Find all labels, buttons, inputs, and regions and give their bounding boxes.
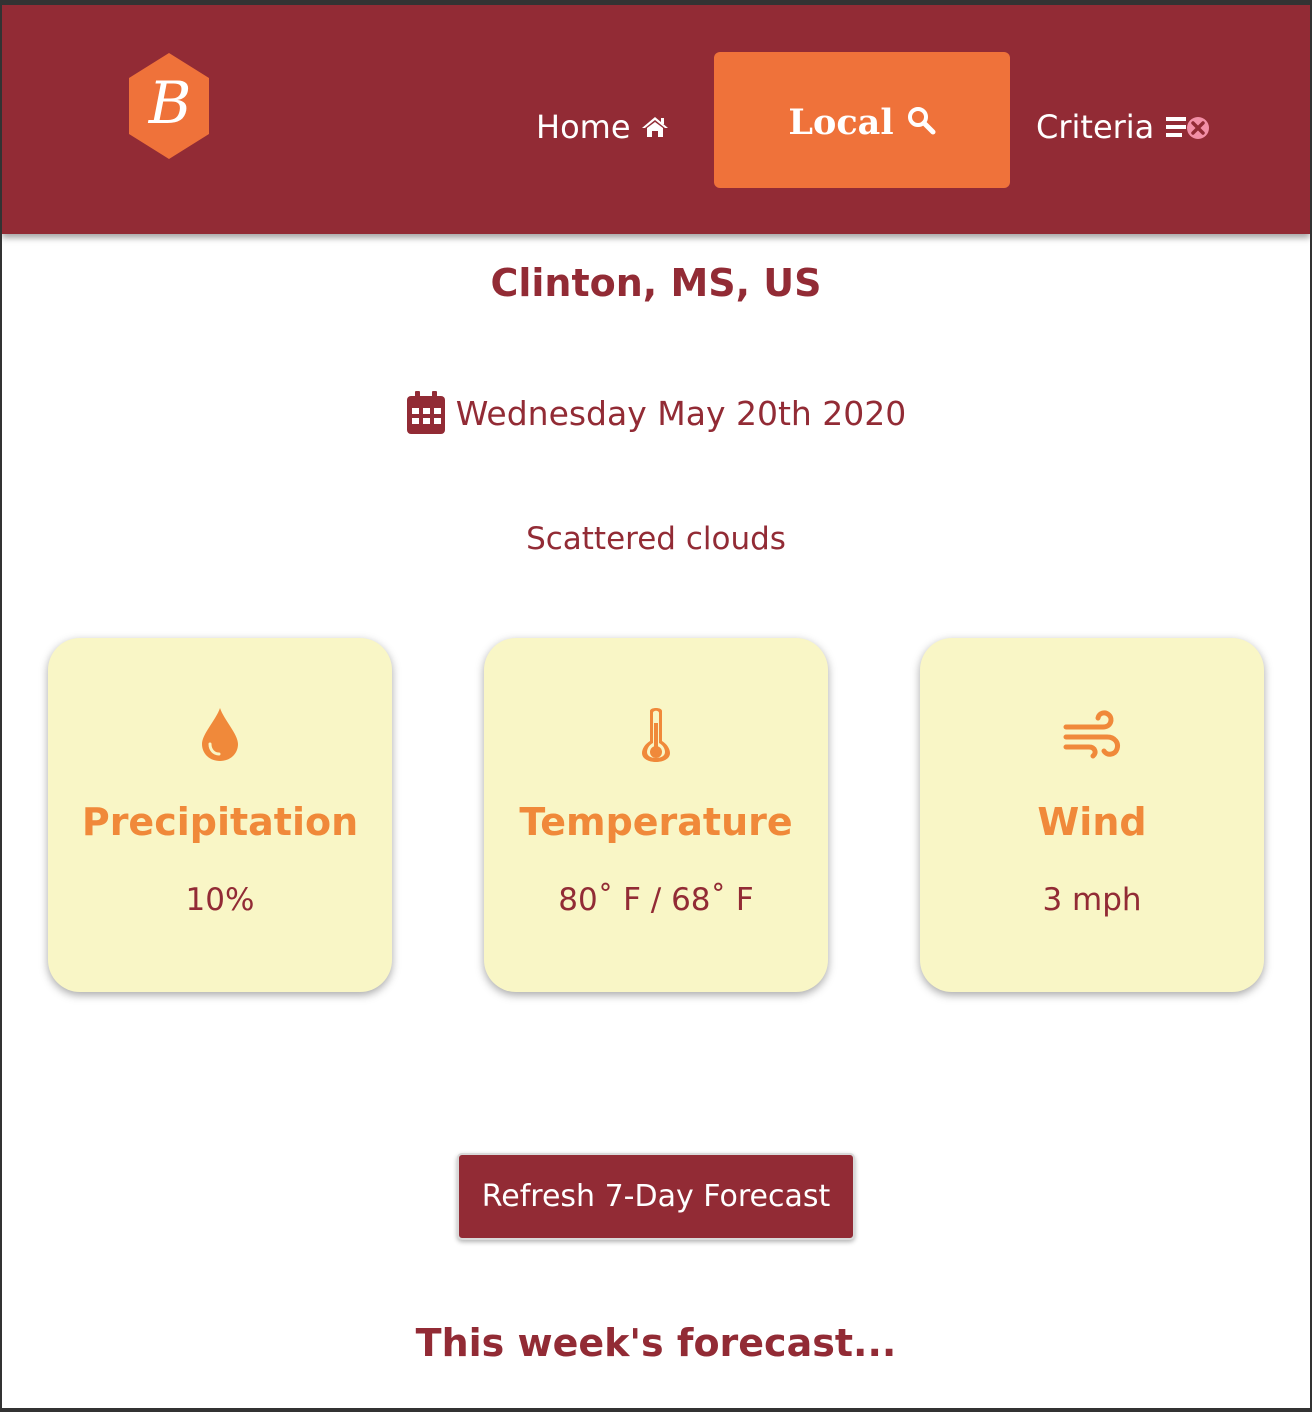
- nav-criteria-link[interactable]: Criteria: [1036, 105, 1212, 149]
- nav-local-link[interactable]: Local: [714, 52, 1010, 188]
- wind-icon: [1063, 710, 1120, 759]
- app-window: B Home Local Criteria Clinton, MS, US We…: [2, 5, 1310, 1408]
- temperature-card: Temperature 80˚ F / 68˚ F: [484, 638, 828, 992]
- nav-criteria-label: Criteria: [1036, 108, 1155, 146]
- hexagon-logo-icon: B: [129, 53, 209, 159]
- temperature-value: 80˚ F / 68˚ F: [558, 882, 754, 918]
- wind-title: Wind: [1037, 800, 1147, 844]
- location-title: Clinton, MS, US: [490, 261, 822, 305]
- nav-home-link[interactable]: Home: [536, 105, 669, 149]
- date-label: Wednesday May 20th 2020: [455, 393, 907, 433]
- svg-text:B: B: [148, 69, 192, 137]
- refresh-forecast-button[interactable]: Refresh 7-Day Forecast: [457, 1153, 855, 1240]
- calendar-icon: [406, 391, 445, 434]
- wind-card: Wind 3 mph: [920, 638, 1264, 992]
- weather-description: Scattered clouds: [526, 521, 786, 557]
- wind-value: 3 mph: [1042, 882, 1142, 918]
- nav-home-label: Home: [536, 108, 631, 146]
- thermometer-icon: [642, 708, 670, 762]
- droplet-icon: [202, 708, 238, 761]
- search-icon: [907, 107, 936, 135]
- temperature-title: Temperature: [519, 800, 793, 844]
- weekly-forecast-heading: This week's forecast...: [415, 1321, 897, 1365]
- nav-local-label: Local: [788, 101, 894, 143]
- brand-logo[interactable]: B: [127, 51, 211, 161]
- date-row: Wednesday May 20th 2020: [2, 391, 1310, 435]
- list-remove-icon: [1166, 117, 1210, 139]
- home-icon: [641, 117, 668, 137]
- precipitation-card: Precipitation 10%: [48, 638, 392, 992]
- top-navbar: B Home Local Criteria: [2, 5, 1310, 234]
- precipitation-title: Precipitation: [81, 800, 359, 844]
- precipitation-value: 10%: [185, 882, 255, 918]
